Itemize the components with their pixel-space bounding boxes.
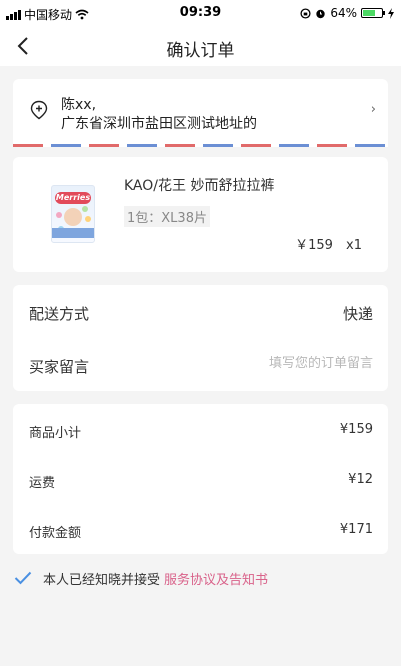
product-image[interactable]: Merries [51, 185, 95, 243]
chevron-right-icon: › [370, 102, 376, 117]
battery-percent: 64% [330, 6, 357, 20]
agreement-checkbox[interactable] [13, 568, 33, 588]
agreement-row: 本人已经知晓并接受 服务协议及告知书 [13, 567, 268, 589]
payment-total-label: 付款金额 [29, 526, 82, 541]
shipping-fee-label: 运费 [29, 476, 56, 491]
buyer-note-input[interactable] [163, 356, 373, 371]
payment-total-value: ¥171 [339, 522, 373, 537]
recipient-address: 广东省深圳市盐田区测试地址的 [61, 116, 257, 132]
service-agreement-link[interactable]: 服务协议及告知书 [164, 569, 268, 588]
product-price: ￥159 [295, 238, 333, 253]
status-bar: 中国移动 09:39 64% [0, 0, 401, 26]
page-title: 确认订单 [166, 41, 235, 61]
battery-level [363, 10, 375, 16]
delivery-method-value[interactable]: 快递 [343, 303, 373, 324]
product-price-quantity: ￥159 x1 [295, 234, 362, 253]
status-bar-right: 64% [300, 6, 395, 20]
alarm-icon [316, 9, 326, 18]
product-quantity: x1 [346, 238, 362, 253]
agreement-text: 本人已经知晓并接受 [43, 572, 161, 588]
order-summary-card: 商品小计 ¥159 运费 ¥12 付款金额 ¥171 [13, 404, 388, 554]
navigation-bar: 确认订单 [0, 26, 401, 66]
delivery-card: 配送方式 快递 买家留言 [13, 285, 388, 391]
subtotal-label: 商品小计 [29, 426, 82, 441]
rotation-lock-icon [300, 7, 311, 19]
subtotal-value: ¥159 [339, 422, 373, 437]
battery-icon [361, 8, 385, 18]
product-spec: 1包：XL38片 [124, 206, 210, 227]
product-card[interactable]: Merries KAO/花王 妙而舒拉拉裤 1包：XL38片 ￥159 x1 [13, 157, 388, 272]
shipping-fee-value: ¥12 [348, 472, 373, 487]
product-name: KAO/花王 妙而舒拉拉裤 [124, 178, 275, 194]
location-pin-icon [30, 100, 48, 120]
delivery-method-label: 配送方式 [29, 305, 90, 323]
buyer-note-label: 买家留言 [29, 358, 90, 376]
charging-icon [388, 7, 394, 19]
address-card[interactable]: 陈xx, 广东省深圳市盐田区测试地址的 › [13, 79, 388, 147]
checkmark-icon [14, 571, 32, 585]
address-envelope-stripe [13, 144, 388, 147]
recipient-name: 陈xx, [61, 97, 97, 113]
